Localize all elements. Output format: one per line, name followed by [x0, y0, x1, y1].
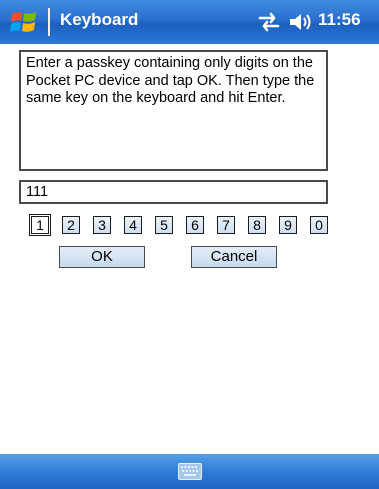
digit-key-9[interactable]: 9	[279, 216, 297, 234]
ok-button[interactable]: OK	[59, 246, 145, 268]
digit-key-2[interactable]: 2	[62, 216, 80, 234]
instruction-text: Enter a passkey containing only digits o…	[19, 50, 328, 171]
digit-key-4[interactable]: 4	[124, 216, 142, 234]
menu-bar	[0, 454, 379, 489]
clock[interactable]: 11:56	[318, 10, 361, 30]
connectivity-icon[interactable]	[257, 11, 281, 33]
keyboard-icon[interactable]	[178, 463, 202, 480]
title-separator	[48, 8, 50, 36]
digit-key-5[interactable]: 5	[155, 216, 173, 234]
digit-key-8[interactable]: 8	[248, 216, 266, 234]
screen: Keyboard 11:56 Enter a passkey containin…	[0, 0, 379, 489]
digit-key-6[interactable]: 6	[186, 216, 204, 234]
digit-key-1[interactable]: 1	[29, 214, 51, 236]
title-bar: Keyboard 11:56	[0, 0, 379, 44]
windows-start-icon[interactable]	[9, 8, 39, 36]
volume-icon[interactable]	[288, 11, 312, 33]
passkey-input[interactable]: 111	[19, 180, 328, 204]
digit-key-0[interactable]: 0	[310, 216, 328, 234]
cancel-button[interactable]: Cancel	[191, 246, 277, 268]
digit-key-7[interactable]: 7	[217, 216, 235, 234]
window-title: Keyboard	[60, 10, 139, 29]
digit-key-3[interactable]: 3	[93, 216, 111, 234]
